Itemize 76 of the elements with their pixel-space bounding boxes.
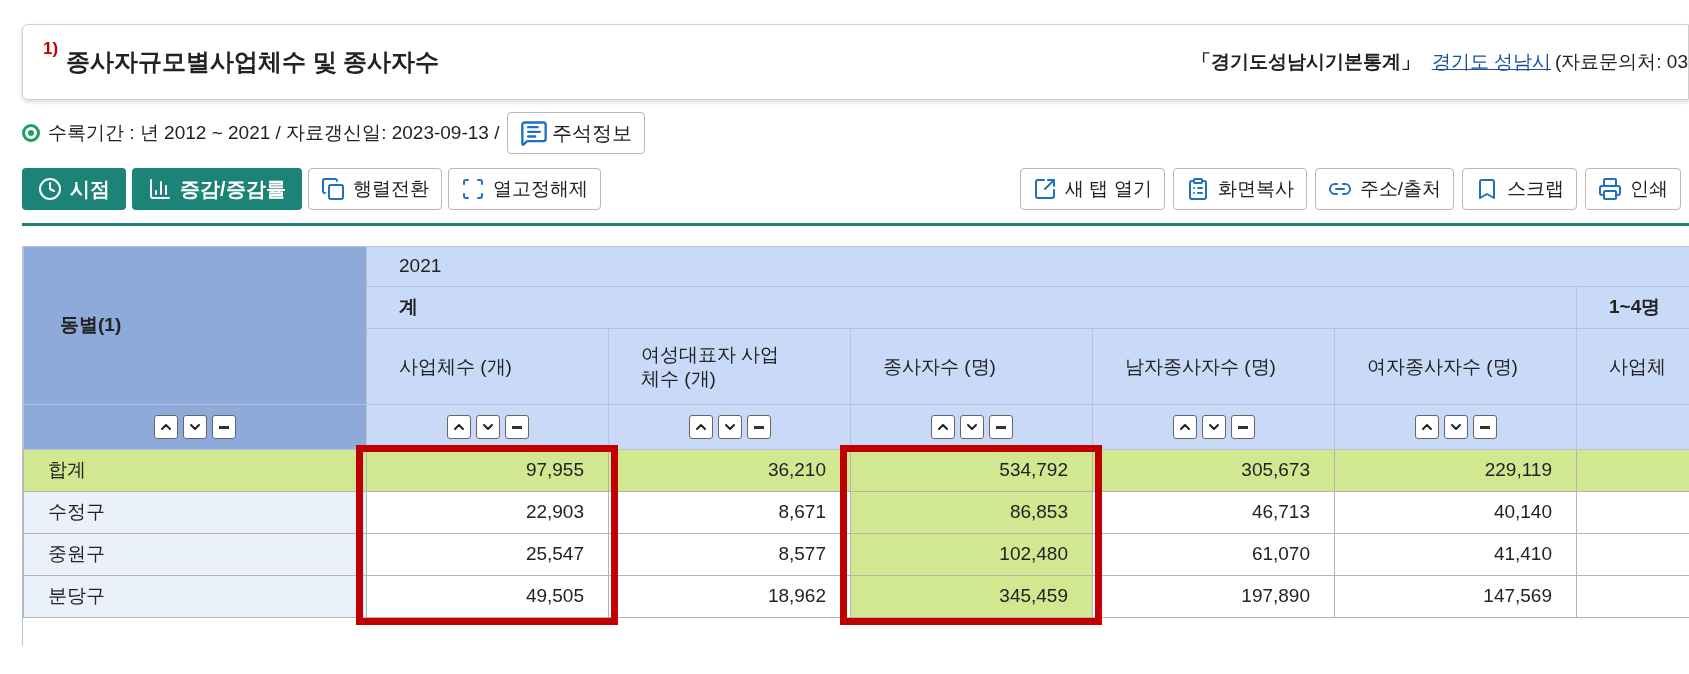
external-link-icon <box>1033 177 1058 201</box>
data-cell: 22,903 <box>366 491 609 534</box>
data-cell: 40,140 <box>1334 491 1577 534</box>
source-name: 「경기도성남시기본통계」 <box>1191 49 1420 74</box>
sort-descending-button[interactable] <box>1201 415 1226 439</box>
clear-sort-button[interactable] <box>212 415 236 439</box>
data-cell: 49,505 <box>366 575 609 618</box>
row-label: 분당구 <box>23 575 367 618</box>
data-cell: 102,480 <box>850 533 1093 576</box>
toolbar-button[interactable]: 스크랩 <box>1462 168 1577 210</box>
column-header: 사업체수 (개) <box>366 328 609 405</box>
minus-icon <box>219 425 229 429</box>
sort-ascending-button[interactable] <box>930 415 955 439</box>
data-cell: 305,673 <box>1092 449 1335 492</box>
data-cell: 41,410 <box>1334 533 1577 576</box>
data-cell: 25,547 <box>366 533 609 576</box>
bullet-icon <box>22 124 40 142</box>
clear-sort-button[interactable] <box>504 415 529 439</box>
minus-icon <box>511 425 522 429</box>
column-header: 여성대표자 사업체수 (개) <box>608 328 851 405</box>
speech-bubble-icon <box>520 119 549 147</box>
data-cell: 36,210 <box>608 449 851 492</box>
toolbar-button[interactable]: 열고정해제 <box>447 168 601 210</box>
column-header: 여자종사자수 (명) <box>1334 328 1577 405</box>
toolbar-button[interactable]: 인쇄 <box>1585 168 1681 210</box>
column-header: 사업체 <box>1576 328 1689 405</box>
clock-icon <box>38 177 62 201</box>
sort-ascending-button[interactable] <box>1414 415 1439 439</box>
toolbar-button[interactable]: 시점 <box>22 168 126 210</box>
column-header: 종사자수 (명) <box>850 328 1093 405</box>
minus-icon <box>1479 425 1490 429</box>
minus-icon <box>1237 425 1248 429</box>
contact-text: (자료문의처: 03 <box>1554 49 1688 74</box>
row-label: 중원구 <box>23 533 367 576</box>
source-link[interactable]: 경기도 성남시 <box>1431 47 1551 77</box>
toolbar-button[interactable]: 화면복사 <box>1172 168 1307 210</box>
toolbar-button[interactable]: 행렬전환 <box>307 168 442 210</box>
focus-frame-icon <box>460 177 485 201</box>
data-cell: 86,853 <box>850 491 1093 534</box>
annotation-button[interactable]: 주석정보 <box>507 112 646 154</box>
minus-icon <box>753 425 764 429</box>
table-title: 종사자규모별사업체수 및 종사자수 <box>66 47 440 77</box>
sort-descending-button[interactable] <box>717 415 742 439</box>
data-cell: 345,459 <box>850 575 1093 618</box>
toolbar-button[interactable]: 주소/출처 <box>1314 168 1454 210</box>
row-header-cell: 동별(1) <box>23 246 367 405</box>
data-cell: 229,119 <box>1334 449 1577 492</box>
group-header: 계 <box>366 286 1577 329</box>
sort-ascending-button[interactable] <box>1172 415 1197 439</box>
minus-icon <box>995 425 1006 429</box>
data-cell: 97,955 <box>366 449 609 492</box>
clear-sort-button[interactable] <box>988 415 1013 439</box>
sort-ascending-button[interactable] <box>688 415 713 439</box>
toolbar-button[interactable]: 새 탭 열기 <box>1020 168 1165 210</box>
toolbar-button[interactable]: 증감/증감률 <box>132 168 302 210</box>
year-header: 2021 <box>366 246 1689 287</box>
printer-icon <box>1598 177 1622 201</box>
sort-ascending-button[interactable] <box>154 415 178 439</box>
period-info: 수록기간 : 년 2012 ~ 2021 / 자료갱신일: 2023-09-13 / <box>48 120 500 145</box>
footnote-mark: 1) <box>43 38 59 60</box>
sort-descending-button[interactable] <box>959 415 984 439</box>
bar-chart-icon <box>148 177 172 201</box>
sort-descending-button[interactable] <box>1443 415 1468 439</box>
sort-ascending-button[interactable] <box>446 415 471 439</box>
row-label: 합계 <box>23 449 367 492</box>
sort-descending-button[interactable] <box>475 415 500 439</box>
clear-sort-button[interactable] <box>746 415 771 439</box>
data-cell: 147,569 <box>1334 575 1577 618</box>
sort-descending-button[interactable] <box>183 415 207 439</box>
overlapping-squares-icon <box>320 177 345 201</box>
row-label: 수정구 <box>23 491 367 534</box>
clear-sort-button[interactable] <box>1472 415 1497 439</box>
data-cell: 534,792 <box>850 449 1093 492</box>
column-header: 남자종사자수 (명) <box>1092 328 1335 405</box>
group-header: 1~4명 <box>1576 286 1689 329</box>
clear-sort-button[interactable] <box>1230 415 1255 439</box>
